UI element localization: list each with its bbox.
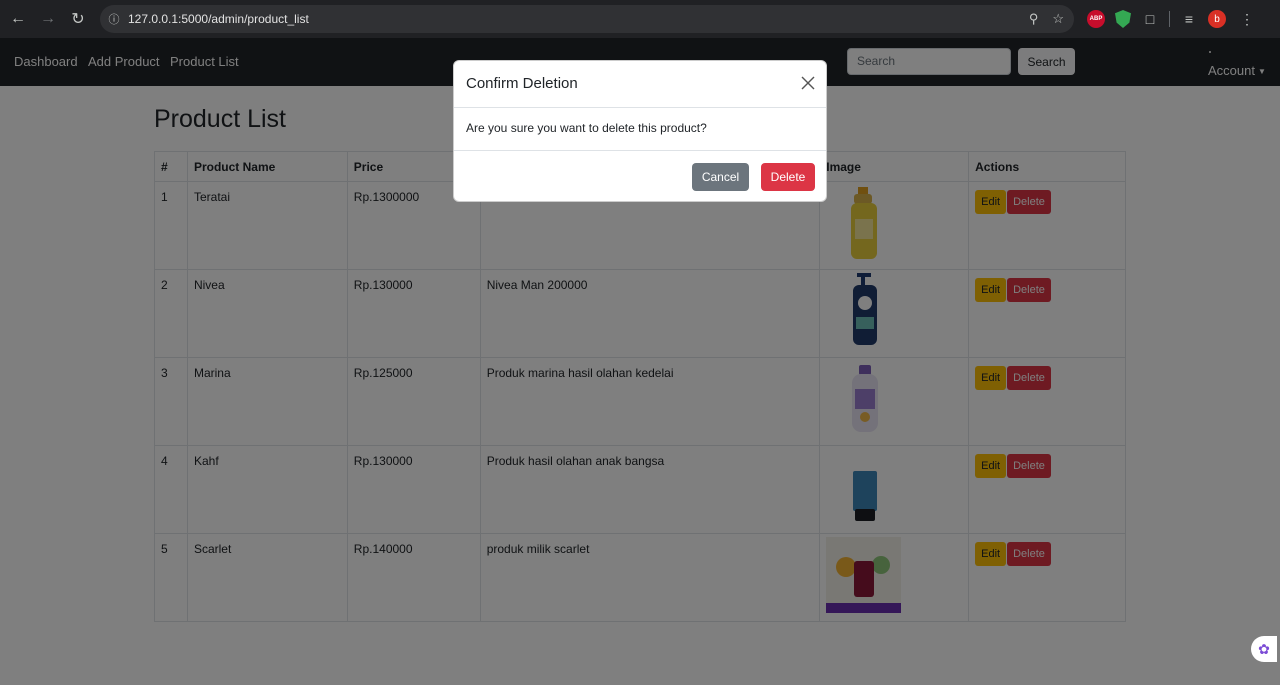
- reload-icon[interactable]: ↻: [63, 4, 93, 34]
- shield-extension-icon[interactable]: [1115, 10, 1131, 28]
- confirm-delete-button[interactable]: Delete: [761, 163, 815, 191]
- url-text[interactable]: 127.0.0.1:5000/admin/product_list: [128, 12, 309, 26]
- extensions-puzzle-icon[interactable]: □: [1141, 11, 1159, 27]
- address-bar[interactable]: ⓘ 127.0.0.1:5000/admin/product_list ⚲ ☆: [100, 5, 1074, 33]
- assistant-extension-icon[interactable]: ✿: [1251, 636, 1277, 662]
- modal-title: Confirm Deletion: [466, 75, 578, 92]
- profile-avatar[interactable]: b: [1208, 10, 1226, 28]
- modal-body: Are you sure you want to delete this pro…: [454, 108, 826, 151]
- confirm-deletion-modal: Confirm Deletion Are you sure you want t…: [453, 60, 827, 202]
- browser-menu-icon[interactable]: ⋮: [1240, 11, 1254, 28]
- forward-arrow-icon[interactable]: →: [33, 4, 63, 34]
- close-icon[interactable]: [800, 75, 816, 91]
- media-control-icon[interactable]: ≡: [1180, 11, 1198, 27]
- browser-toolbar: ← → ↻ ⓘ 127.0.0.1:5000/admin/product_lis…: [0, 0, 1280, 38]
- cancel-button[interactable]: Cancel: [692, 163, 749, 191]
- modal-footer: Cancel Delete: [454, 151, 826, 201]
- adblock-extension-icon[interactable]: ABP: [1087, 10, 1105, 28]
- bookmark-star-icon[interactable]: ☆: [1052, 11, 1064, 27]
- modal-message: Are you sure you want to delete this pro…: [466, 121, 707, 135]
- site-info-icon[interactable]: ⓘ: [100, 11, 128, 27]
- back-arrow-icon[interactable]: ←: [3, 4, 33, 34]
- modal-header: Confirm Deletion: [454, 61, 826, 108]
- zoom-icon[interactable]: ⚲: [1029, 11, 1039, 27]
- toolbar-separator: [1169, 11, 1170, 27]
